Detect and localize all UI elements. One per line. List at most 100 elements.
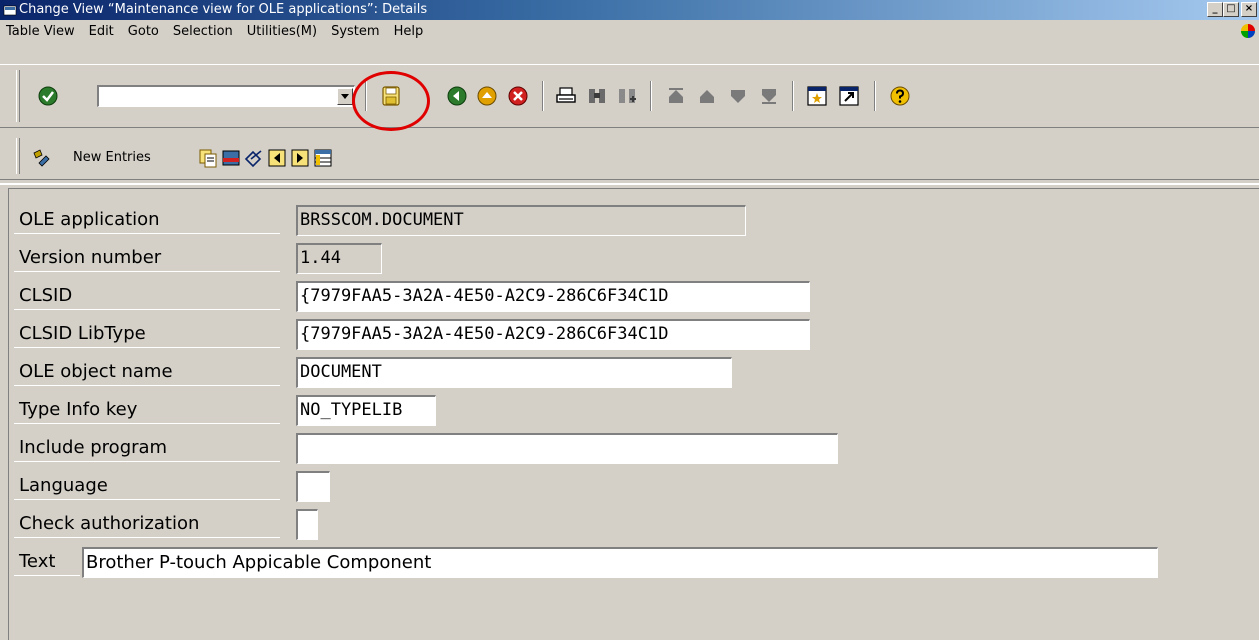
row-check-authorization: Check authorization bbox=[14, 508, 1214, 540]
create-session-icon bbox=[807, 86, 827, 106]
exit-icon bbox=[477, 86, 497, 106]
next-entry-button[interactable] bbox=[289, 147, 311, 169]
toolbar-grip bbox=[16, 70, 20, 122]
table-select-icon bbox=[314, 149, 332, 167]
help-button[interactable] bbox=[889, 85, 911, 107]
select-all-button[interactable] bbox=[312, 147, 334, 169]
menu-selection[interactable]: Selection bbox=[173, 24, 233, 39]
delete-icon bbox=[222, 150, 240, 166]
toolbar-separator bbox=[792, 81, 794, 111]
command-field[interactable] bbox=[97, 85, 355, 107]
find-next-icon bbox=[619, 89, 636, 103]
row-clsid-libtype: CLSID LibType {7979FAA5-3A2A-4E50-A2C9-2… bbox=[14, 318, 1214, 350]
toolbar-grip bbox=[16, 138, 20, 174]
create-session-button[interactable] bbox=[806, 85, 828, 107]
check-authorization-field[interactable] bbox=[296, 509, 318, 540]
window-title: Change View “Maintenance view for OLE ap… bbox=[19, 2, 428, 17]
enter-icon bbox=[38, 86, 58, 106]
language-field[interactable] bbox=[296, 471, 330, 502]
last-page-icon bbox=[762, 89, 776, 104]
menu-system[interactable]: System bbox=[331, 24, 379, 39]
last-page-button[interactable] bbox=[758, 85, 780, 107]
type-info-key-field[interactable]: NO_TYPELIB bbox=[296, 395, 436, 426]
label-check-authorization: Check authorization bbox=[14, 508, 280, 538]
enter-button[interactable] bbox=[37, 85, 59, 107]
print-icon bbox=[556, 87, 576, 103]
first-page-button[interactable] bbox=[665, 85, 687, 107]
menu-bar: Table View Edit Goto Selection Utilities… bbox=[0, 20, 1259, 42]
find-icon bbox=[589, 89, 605, 103]
label-version-number: Version number bbox=[14, 242, 280, 272]
clsid-field[interactable]: {7979FAA5-3A2A-4E50-A2C9-286C6F34C1D bbox=[296, 281, 810, 312]
find-button[interactable] bbox=[586, 85, 608, 107]
back-icon bbox=[447, 86, 467, 106]
undo-change-button[interactable] bbox=[243, 147, 265, 169]
menu-edit[interactable]: Edit bbox=[89, 24, 114, 39]
next-page-button[interactable] bbox=[727, 85, 749, 107]
previous-page-icon bbox=[700, 90, 714, 103]
copy-as-button[interactable] bbox=[197, 147, 219, 169]
previous-entry-icon bbox=[268, 149, 286, 167]
maximize-button[interactable]: □ bbox=[1223, 2, 1239, 17]
row-include-program: Include program bbox=[14, 432, 1214, 464]
toolbar-separator bbox=[542, 81, 544, 111]
label-clsid-libtype: CLSID LibType bbox=[14, 318, 280, 348]
delete-button[interactable] bbox=[220, 147, 242, 169]
back-button[interactable] bbox=[446, 85, 468, 107]
label-include-program: Include program bbox=[14, 432, 280, 462]
window-controls: _ □ × bbox=[1207, 2, 1257, 17]
row-clsid: CLSID {7979FAA5-3A2A-4E50-A2C9-286C6F34C… bbox=[14, 280, 1214, 312]
label-text: Text bbox=[14, 546, 80, 576]
undo-icon bbox=[244, 150, 262, 168]
row-version-number: Version number 1.44 bbox=[14, 242, 1214, 274]
command-dropdown-button[interactable] bbox=[337, 88, 353, 105]
menu-help[interactable]: Help bbox=[394, 24, 424, 39]
next-entry-icon bbox=[291, 149, 309, 167]
toolbar-separator bbox=[874, 81, 876, 111]
cancel-button[interactable] bbox=[507, 85, 529, 107]
previous-entry-button[interactable] bbox=[266, 147, 288, 169]
row-ole-application: OLE application BRSSCOM.DOCUMENT bbox=[14, 204, 1214, 236]
label-language: Language bbox=[14, 470, 280, 500]
sap-window-icon bbox=[3, 5, 17, 16]
application-toolbar bbox=[0, 130, 1259, 180]
minimize-button[interactable]: _ bbox=[1207, 2, 1223, 17]
first-page-icon bbox=[669, 88, 683, 103]
previous-page-button[interactable] bbox=[696, 85, 718, 107]
title-bar: Change View “Maintenance view for OLE ap… bbox=[0, 0, 1259, 20]
row-language: Language bbox=[14, 470, 1214, 502]
close-button[interactable]: × bbox=[1241, 2, 1257, 17]
version-number-field: 1.44 bbox=[296, 243, 382, 274]
help-icon bbox=[890, 86, 910, 106]
shortcut-icon bbox=[839, 86, 859, 106]
display-change-button[interactable] bbox=[31, 147, 53, 169]
label-type-info-key: Type Info key bbox=[14, 394, 280, 424]
ole-application-field: BRSSCOM.DOCUMENT bbox=[296, 205, 746, 236]
include-program-field[interactable] bbox=[296, 433, 838, 464]
copy-icon bbox=[199, 149, 217, 168]
save-highlight-circle bbox=[352, 71, 430, 131]
find-next-button[interactable] bbox=[616, 85, 638, 107]
ole-object-name-field[interactable]: DOCUMENT bbox=[296, 357, 732, 388]
glasses-pencil-icon bbox=[33, 149, 50, 167]
new-entries-button[interactable]: New Entries bbox=[73, 150, 151, 165]
menu-utilities[interactable]: Utilities(M) bbox=[247, 24, 317, 39]
label-clsid: CLSID bbox=[14, 280, 280, 310]
clsid-libtype-field[interactable]: {7979FAA5-3A2A-4E50-A2C9-286C6F34C1D bbox=[296, 319, 810, 350]
menu-goto[interactable]: Goto bbox=[128, 24, 159, 39]
exit-button[interactable] bbox=[476, 85, 498, 107]
cancel-icon bbox=[508, 86, 528, 106]
sap-status-icon bbox=[1241, 24, 1255, 38]
menu-table-view[interactable]: Table View bbox=[6, 24, 75, 39]
next-page-icon bbox=[731, 90, 745, 103]
row-text: Text Brother P-touch Appicable Component bbox=[14, 546, 1214, 578]
row-type-info-key: Type Info key NO_TYPELIB bbox=[14, 394, 1214, 426]
label-ole-application: OLE application bbox=[14, 204, 280, 234]
text-field[interactable]: Brother P-touch Appicable Component bbox=[82, 547, 1158, 578]
label-ole-object-name: OLE object name bbox=[14, 356, 280, 386]
row-ole-object-name: OLE object name DOCUMENT bbox=[14, 356, 1214, 388]
print-button[interactable] bbox=[555, 85, 577, 107]
shortcut-button[interactable] bbox=[838, 85, 860, 107]
toolbar-separator bbox=[650, 81, 652, 111]
chevron-down-icon bbox=[341, 94, 349, 99]
